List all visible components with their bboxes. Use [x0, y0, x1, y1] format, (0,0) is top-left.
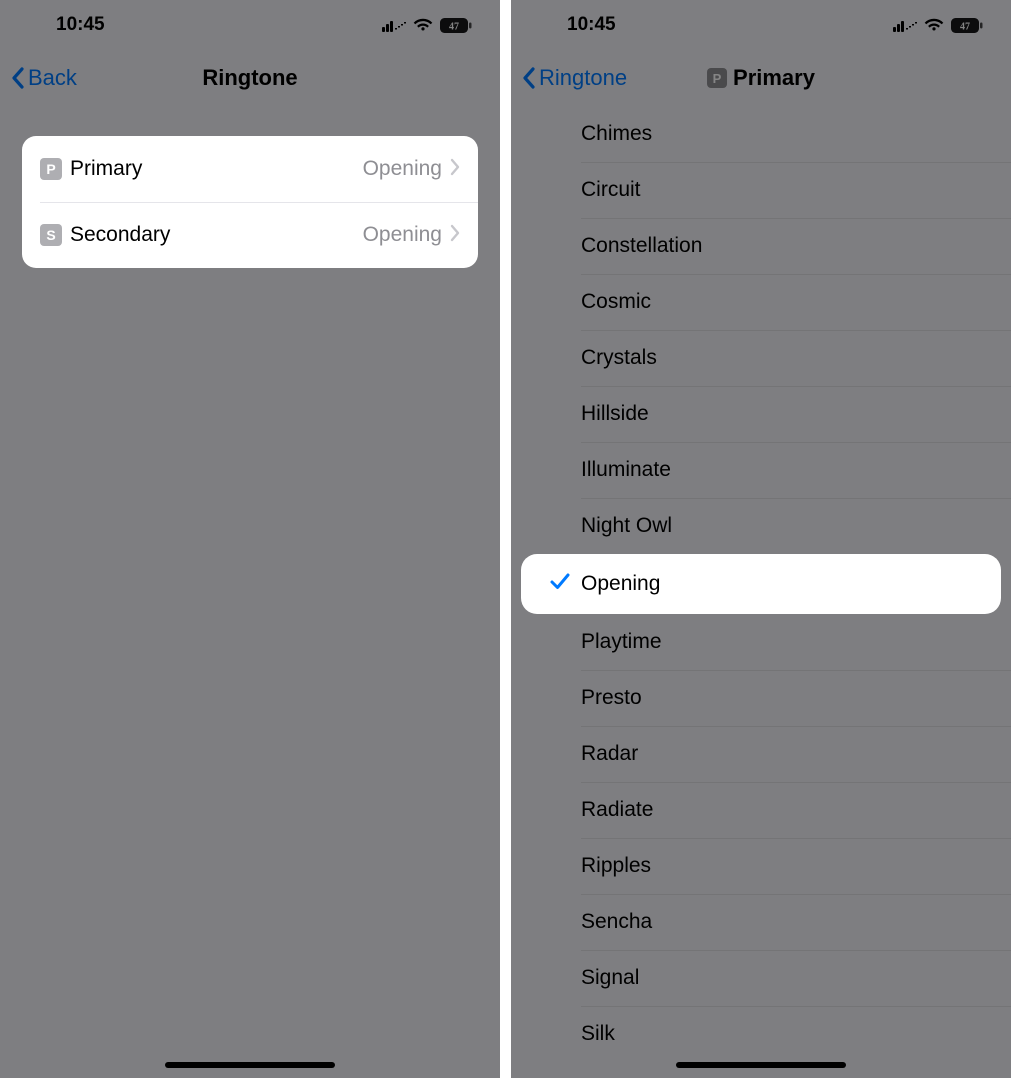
- status-time: 10:45: [56, 14, 105, 36]
- back-button[interactable]: Back: [10, 65, 77, 91]
- ringtone-row[interactable]: Silk: [511, 1006, 1011, 1062]
- status-right: 47: [893, 18, 983, 33]
- sim-badge-p-icon: P: [707, 68, 727, 88]
- ringtone-row[interactable]: Signal: [511, 950, 1011, 1006]
- phone-right: 10:45 47 Ringtone P Primary Chimes Circui…: [511, 0, 1011, 1078]
- status-time: 10:45: [567, 14, 616, 36]
- nav-bar: Ringtone P Primary: [511, 50, 1011, 106]
- primary-sim-row[interactable]: P Primary Opening: [22, 136, 478, 202]
- ringtone-name: Radar: [581, 742, 638, 766]
- ringtone-row[interactable]: Presto: [511, 670, 1011, 726]
- ringtone-name: Hillside: [581, 402, 649, 426]
- status-bar: 10:45 47: [511, 0, 1011, 50]
- ringtone-name: Cosmic: [581, 290, 651, 314]
- ringtone-list[interactable]: Chimes Circuit Constellation Cosmic Crystals…: [511, 106, 1011, 1062]
- ringtone-name: Radiate: [581, 798, 653, 822]
- ringtone-name: Playtime: [581, 630, 662, 654]
- chevron-left-icon: [10, 66, 26, 90]
- battery-level-text: 47: [960, 21, 970, 32]
- row-value: Opening: [363, 157, 442, 181]
- ringtone-name: Night Owl: [581, 514, 672, 538]
- ringtone-row[interactable]: Hillside: [511, 386, 1011, 442]
- ringtone-name: Chimes: [581, 122, 652, 146]
- wifi-icon: [924, 18, 944, 32]
- sim-badge-s-icon: S: [40, 224, 62, 246]
- dual-sim-signal-icon: [382, 18, 406, 32]
- ringtone-name: Presto: [581, 686, 642, 710]
- sim-badge-p-icon: P: [40, 158, 62, 180]
- ringtone-name: Constellation: [581, 234, 702, 258]
- back-button[interactable]: Ringtone: [521, 65, 627, 91]
- content-area: P Primary Opening S Secondary Opening: [0, 106, 500, 268]
- home-indicator[interactable]: [165, 1062, 335, 1068]
- nav-title: Ringtone: [202, 65, 297, 91]
- ringtone-row[interactable]: Night Owl: [511, 498, 1011, 554]
- ringtone-row[interactable]: Sencha: [511, 894, 1011, 950]
- ringtone-row[interactable]: Chimes: [511, 106, 1011, 162]
- phone-left: 10:45 47 Back Ringtone P: [0, 0, 500, 1078]
- chevron-left-icon: [521, 66, 537, 90]
- back-label: Back: [28, 65, 77, 91]
- ringtone-row[interactable]: Constellation: [511, 218, 1011, 274]
- secondary-sim-row[interactable]: S Secondary Opening: [22, 202, 478, 268]
- chevron-right-icon: [450, 224, 460, 247]
- ringtone-row[interactable]: Cosmic: [511, 274, 1011, 330]
- status-bar: 10:45 47: [0, 0, 500, 50]
- row-label: Primary: [70, 157, 363, 181]
- ringtone-row[interactable]: Ripples: [511, 838, 1011, 894]
- ringtone-row[interactable]: Opening: [521, 554, 1001, 614]
- status-right: 47: [382, 18, 472, 33]
- dual-sim-signal-icon: [893, 18, 917, 32]
- ringtone-name: Signal: [581, 966, 639, 990]
- ringtone-row[interactable]: Radiate: [511, 782, 1011, 838]
- checkmark-icon: [549, 570, 571, 598]
- battery-icon: 47: [951, 18, 983, 33]
- ringtone-row[interactable]: Illuminate: [511, 442, 1011, 498]
- ringtone-name: Silk: [581, 1022, 615, 1046]
- ringtone-name: Illuminate: [581, 458, 671, 482]
- ringtone-row[interactable]: Circuit: [511, 162, 1011, 218]
- ringtone-name: Opening: [581, 572, 660, 596]
- ringtone-name: Crystals: [581, 346, 657, 370]
- ringtone-row[interactable]: Radar: [511, 726, 1011, 782]
- ringtone-row[interactable]: Crystals: [511, 330, 1011, 386]
- row-label: Secondary: [70, 223, 363, 247]
- ringtone-name: Circuit: [581, 178, 641, 202]
- ringtone-name: Sencha: [581, 910, 652, 934]
- sim-ringtone-card: P Primary Opening S Secondary Opening: [22, 136, 478, 268]
- chevron-right-icon: [450, 158, 460, 181]
- wifi-icon: [413, 18, 433, 32]
- battery-icon: 47: [440, 18, 472, 33]
- back-label: Ringtone: [539, 65, 627, 91]
- home-indicator[interactable]: [676, 1062, 846, 1068]
- row-value: Opening: [363, 223, 442, 247]
- ringtone-name: Ripples: [581, 854, 651, 878]
- ringtone-row[interactable]: Playtime: [511, 614, 1011, 670]
- nav-bar: Back Ringtone: [0, 50, 500, 106]
- battery-level-text: 47: [449, 21, 459, 32]
- nav-title: P Primary: [707, 65, 815, 91]
